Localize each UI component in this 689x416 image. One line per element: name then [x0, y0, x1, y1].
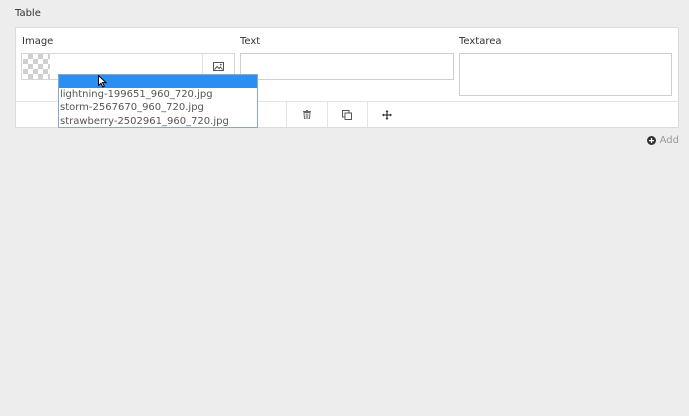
duplicate-icon [342, 109, 352, 120]
add-row-button[interactable]: Add [646, 135, 679, 146]
delete-row-button[interactable] [287, 102, 327, 127]
column-label-image: Image [22, 36, 54, 47]
section-title: Table [15, 8, 41, 19]
trash-icon [303, 110, 311, 119]
plus-circle-icon [646, 136, 656, 145]
mouse-pointer-icon [98, 75, 107, 88]
image-select-dropdown[interactable]: lightning-199651_960_720.jpg storm-25676… [58, 74, 258, 128]
text-input[interactable] [240, 53, 454, 80]
column-label-text: Text [240, 36, 261, 47]
image-icon [213, 62, 224, 71]
add-row-label: Add [659, 135, 679, 146]
move-icon [382, 109, 392, 120]
textarea-input[interactable] [459, 53, 672, 96]
dropdown-option[interactable]: lightning-199651_960_720.jpg [59, 88, 257, 101]
move-row-handle[interactable] [367, 102, 407, 127]
dropdown-option-empty[interactable] [59, 75, 257, 88]
image-thumbnail [23, 54, 50, 79]
dropdown-option[interactable]: storm-2567670_960_720.jpg [59, 101, 257, 114]
duplicate-row-button[interactable] [327, 102, 367, 127]
column-label-textarea: Textarea [459, 36, 502, 47]
dropdown-option[interactable]: strawberry-2502961_960_720.jpg [59, 115, 257, 128]
